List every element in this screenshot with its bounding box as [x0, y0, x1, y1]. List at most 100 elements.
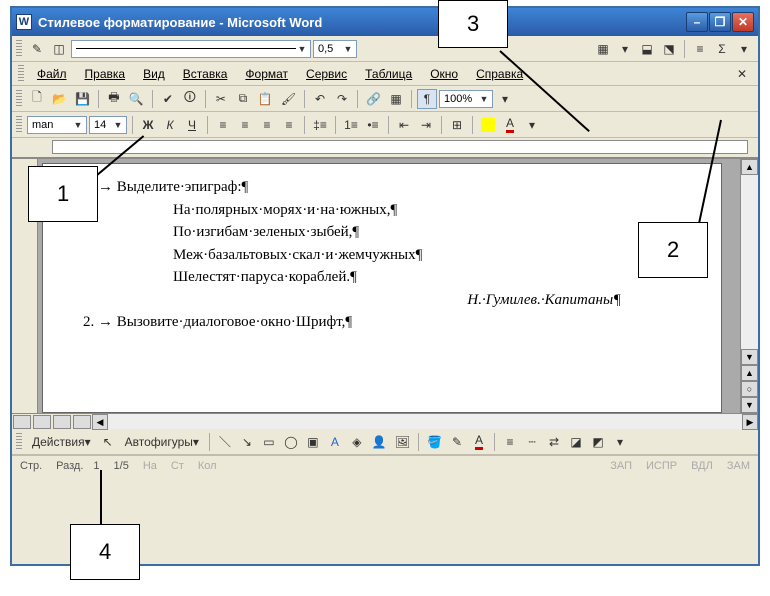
increase-indent-icon[interactable]: ⇥ — [416, 115, 436, 135]
arrow-style-icon[interactable]: ⇄ — [544, 432, 564, 452]
zoom-dropdown[interactable]: 100% ▼ — [439, 90, 493, 108]
oval-icon[interactable]: ◯ — [281, 432, 301, 452]
cut-icon[interactable]: ✂ — [211, 89, 231, 109]
autosum-icon[interactable]: Σ — [712, 39, 732, 59]
save-icon[interactable]: 💾 — [72, 89, 93, 109]
underline-icon[interactable]: Ч — [182, 115, 202, 135]
toolbar-grip[interactable] — [16, 90, 22, 108]
menu-file[interactable]: Файл — [29, 65, 75, 83]
line-width-dropdown[interactable]: 0,5 ▼ — [313, 40, 357, 58]
3d-icon[interactable]: ◩ — [588, 432, 608, 452]
table-menu-arrow-icon[interactable]: ▾ — [615, 39, 635, 59]
menu-insert[interactable]: Вставка — [175, 65, 236, 83]
distribute-rows-icon[interactable]: ≡ — [690, 39, 710, 59]
print-icon[interactable]: 🖶 — [104, 89, 124, 109]
hyperlink-icon[interactable]: 🔗 — [363, 89, 384, 109]
print-preview-icon[interactable]: 🔍 — [126, 89, 147, 109]
print-view-icon[interactable] — [53, 415, 71, 429]
toolbar-grip[interactable] — [16, 433, 22, 451]
wordart-icon[interactable]: A — [325, 432, 345, 452]
autoshapes-menu[interactable]: Автофигуры ▾ — [120, 432, 204, 452]
dash-style-icon[interactable]: ┄ — [522, 432, 542, 452]
scroll-right-icon[interactable]: ▶ — [742, 414, 758, 430]
minimize-button[interactable]: – — [686, 12, 708, 32]
toolbar-grip[interactable] — [16, 116, 22, 134]
split-cells-icon[interactable]: ⬔ — [659, 39, 679, 59]
font-name-dropdown[interactable]: man ▼ — [27, 116, 87, 134]
font-size-dropdown[interactable]: 14 ▼ — [89, 116, 127, 134]
select-objects-icon[interactable]: ↖ — [98, 432, 118, 452]
line-icon[interactable]: ＼ — [215, 432, 235, 452]
numbered-list-icon[interactable]: 1≡ — [341, 115, 361, 135]
merge-cells-icon[interactable]: ⬓ — [637, 39, 657, 59]
clipart-icon[interactable]: 👤 — [369, 432, 390, 452]
decrease-indent-icon[interactable]: ⇤ — [394, 115, 414, 135]
paste-icon[interactable]: 📋 — [255, 89, 276, 109]
copy-icon[interactable]: ⧉ — [233, 89, 253, 109]
menu-table[interactable]: Таблица — [357, 65, 420, 83]
close-doc-icon[interactable]: ✕ — [732, 64, 752, 84]
menu-format[interactable]: Формат — [237, 65, 296, 83]
toolbar-grip[interactable] — [18, 65, 24, 83]
show-formatting-icon[interactable]: ¶ — [417, 89, 437, 109]
research-icon[interactable]: 🛈 — [180, 89, 200, 109]
textbox-icon[interactable]: ▣ — [303, 432, 323, 452]
menu-edit[interactable]: Правка — [77, 65, 134, 83]
align-center-icon[interactable]: ≡ — [235, 115, 255, 135]
toolbar-options-icon[interactable]: ▾ — [522, 115, 542, 135]
spellcheck-icon[interactable]: ✔ — [158, 89, 178, 109]
format-painter-icon[interactable]: 🖌 — [278, 89, 299, 109]
toolbar-options-icon[interactable]: ▾ — [734, 39, 754, 59]
bulleted-list-icon[interactable]: •≡ — [363, 115, 383, 135]
maximize-button[interactable]: ❐ — [709, 12, 731, 32]
shadow-icon[interactable]: ◪ — [566, 432, 586, 452]
fill-color-icon[interactable]: 🪣 — [424, 432, 445, 452]
insert-table-icon[interactable]: ▦ — [593, 39, 613, 59]
menu-help[interactable]: Справка — [468, 65, 531, 83]
redo-icon[interactable]: ↷ — [332, 89, 352, 109]
font-color-icon[interactable]: A — [500, 115, 520, 135]
scroll-up-icon[interactable]: ▲ — [741, 159, 758, 175]
select-browse-icon[interactable]: ○ — [741, 381, 758, 397]
menu-window[interactable]: Окно — [422, 65, 466, 83]
align-right-icon[interactable]: ≡ — [257, 115, 277, 135]
diagram-icon[interactable]: ◈ — [347, 432, 367, 452]
line-style-dropdown[interactable]: ▼ — [71, 40, 311, 58]
scroll-track[interactable] — [741, 175, 758, 349]
rectangle-icon[interactable]: ▭ — [259, 432, 279, 452]
toolbar-grip[interactable] — [16, 40, 22, 58]
scroll-down-icon[interactable]: ▼ — [741, 349, 758, 365]
bold-icon[interactable]: Ж — [138, 115, 158, 135]
toolbar-options-icon[interactable]: ▾ — [610, 432, 630, 452]
document-page[interactable]: 1. → Выделите·эпиграф:¶ На·полярных·моря… — [42, 163, 722, 413]
open-icon[interactable]: 📂 — [49, 89, 70, 109]
eraser-icon[interactable]: ◫ — [49, 39, 69, 59]
italic-icon[interactable]: К — [160, 115, 180, 135]
undo-icon[interactable]: ↶ — [310, 89, 330, 109]
web-view-icon[interactable] — [33, 415, 51, 429]
prev-page-icon[interactable]: ▲ — [741, 365, 758, 381]
draw-table-icon[interactable]: ✎ — [27, 39, 47, 59]
menu-view[interactable]: Вид — [135, 65, 173, 83]
tables-borders-icon[interactable]: ▦ — [386, 89, 406, 109]
menu-service[interactable]: Сервис — [298, 65, 355, 83]
scroll-track[interactable] — [108, 414, 742, 429]
highlight-icon[interactable] — [478, 115, 498, 135]
borders-icon[interactable]: ⊞ — [447, 115, 467, 135]
new-doc-icon[interactable]: 🗋 — [27, 89, 47, 109]
justify-icon[interactable]: ≡ — [279, 115, 299, 135]
line-color-icon[interactable]: ✎ — [447, 432, 467, 452]
arrow-icon[interactable]: ↘ — [237, 432, 257, 452]
font-color-icon[interactable]: A — [469, 432, 489, 452]
insert-picture-icon[interactable]: 🖼 — [392, 432, 413, 452]
align-left-icon[interactable]: ≡ — [213, 115, 233, 135]
vertical-scrollbar[interactable]: ▲ ▼ ▲ ○ ▼ — [740, 159, 758, 413]
scroll-left-icon[interactable]: ◀ — [92, 414, 108, 430]
line-style-icon[interactable]: ≡ — [500, 432, 520, 452]
toolbar-options-icon[interactable]: ▾ — [495, 89, 515, 109]
outline-view-icon[interactable] — [73, 415, 91, 429]
next-page-icon[interactable]: ▼ — [741, 397, 758, 413]
normal-view-icon[interactable] — [13, 415, 31, 429]
horizontal-ruler[interactable] — [12, 138, 758, 158]
line-spacing-icon[interactable]: ‡≡ — [310, 115, 330, 135]
